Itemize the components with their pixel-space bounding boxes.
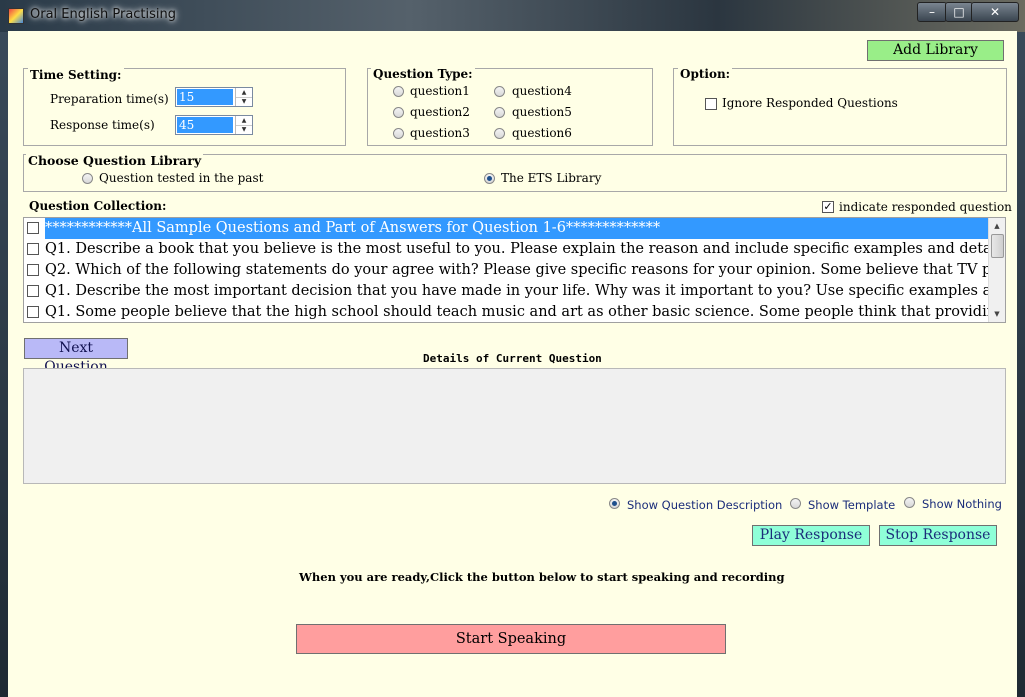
- close-button[interactable]: ✕: [971, 2, 1019, 22]
- list-item-text[interactable]: Q1. Some people believe that the high sc…: [45, 302, 989, 322]
- question6-label[interactable]: question6: [512, 126, 572, 140]
- list-item[interactable]: Q2. Which of the following statements do…: [24, 260, 989, 281]
- list-item[interactable]: Q1. Describe a book that you believe is …: [24, 239, 989, 260]
- collection-label: Question Collection:: [29, 199, 167, 213]
- play-response-button[interactable]: Play Response: [752, 525, 870, 546]
- preparation-time-spinner[interactable]: 15 ▲ ▼: [175, 87, 253, 107]
- scroll-thumb[interactable]: [991, 234, 1004, 258]
- preparation-spinner-arrows[interactable]: ▲ ▼: [235, 88, 252, 106]
- row-checkbox[interactable]: [27, 264, 39, 276]
- response-spinner-arrows[interactable]: ▲ ▼: [235, 116, 252, 134]
- response-time-label: Response time(s): [50, 118, 155, 132]
- row-checkbox[interactable]: [27, 243, 39, 255]
- indicate-responded-checkbox[interactable]: ✓: [822, 201, 834, 213]
- start-speaking-button[interactable]: Start Speaking: [296, 624, 726, 654]
- list-scrollbar[interactable]: ▲ ▼: [988, 218, 1005, 322]
- question-type-label: Question Type:: [371, 67, 475, 81]
- add-library-button[interactable]: Add Library: [867, 40, 1004, 61]
- library-past-radio[interactable]: [82, 173, 93, 184]
- question1-radio[interactable]: [393, 86, 404, 97]
- stop-response-button[interactable]: Stop Response: [879, 525, 997, 546]
- spin-down-icon[interactable]: ▼: [236, 125, 252, 134]
- show-template-label[interactable]: Show Template: [808, 498, 895, 512]
- preparation-time-label: Preparation time(s): [50, 92, 169, 106]
- details-title: Details of Current Question: [423, 352, 602, 365]
- row-checkbox[interactable]: [27, 222, 39, 234]
- response-time-value[interactable]: 45: [177, 117, 233, 133]
- library-past-label[interactable]: Question tested in the past: [99, 171, 263, 185]
- list-item-text[interactable]: Q1. Describe a book that you believe is …: [45, 239, 989, 260]
- window-title: Oral English Practising: [30, 7, 177, 22]
- show-nothing-label[interactable]: Show Nothing: [922, 497, 1002, 511]
- library-ets-radio[interactable]: [484, 173, 495, 184]
- ready-instruction: When you are ready,Click the button belo…: [299, 570, 785, 584]
- scroll-down-icon[interactable]: ▼: [989, 306, 1005, 322]
- question2-label[interactable]: question2: [410, 105, 470, 119]
- spin-down-icon[interactable]: ▼: [236, 97, 252, 106]
- response-time-spinner[interactable]: 45 ▲ ▼: [175, 115, 253, 135]
- show-nothing-radio[interactable]: [904, 497, 915, 508]
- library-label: Choose Question Library: [26, 153, 204, 168]
- question3-radio[interactable]: [393, 128, 404, 139]
- minimize-button[interactable]: –: [917, 2, 947, 22]
- ignore-responded-checkbox[interactable]: [705, 98, 717, 110]
- question5-label[interactable]: question5: [512, 105, 572, 119]
- question1-label[interactable]: question1: [410, 84, 470, 98]
- question-list[interactable]: ************All Sample Questions and Par…: [23, 217, 1006, 323]
- list-item[interactable]: ************All Sample Questions and Par…: [24, 218, 989, 239]
- question6-radio[interactable]: [494, 128, 505, 139]
- scroll-up-icon[interactable]: ▲: [989, 218, 1005, 234]
- row-checkbox[interactable]: [27, 306, 39, 318]
- indicate-responded-label[interactable]: indicate responded question: [839, 200, 1012, 214]
- ignore-responded-label[interactable]: Ignore Responded Questions: [722, 96, 898, 110]
- title-bar[interactable]: Oral English Practising – □ ✕: [0, 0, 1025, 32]
- row-checkbox[interactable]: [27, 285, 39, 297]
- show-description-label[interactable]: Show Question Description: [627, 498, 782, 512]
- show-template-radio[interactable]: [790, 498, 801, 509]
- client-area: Add Library Time Setting: Preparation ti…: [8, 31, 1017, 697]
- maximize-button[interactable]: □: [945, 2, 973, 22]
- time-setting-label: Time Setting:: [28, 68, 124, 82]
- app-icon: [8, 8, 24, 24]
- option-label: Option:: [678, 67, 733, 81]
- list-item-text[interactable]: Q2. Which of the following statements do…: [45, 260, 989, 281]
- details-textarea[interactable]: [23, 368, 1006, 484]
- next-question-button[interactable]: Next Question: [24, 338, 128, 375]
- preparation-time-value[interactable]: 15: [177, 89, 233, 105]
- question4-label[interactable]: question4: [512, 84, 572, 98]
- list-item-text[interactable]: Q1. Describe the most important decision…: [45, 281, 989, 302]
- list-item-text[interactable]: ************All Sample Questions and Par…: [45, 218, 989, 239]
- question4-radio[interactable]: [494, 86, 505, 97]
- list-item[interactable]: Q1. Some people believe that the high sc…: [24, 302, 989, 322]
- show-description-radio[interactable]: [609, 498, 620, 509]
- question3-label[interactable]: question3: [410, 126, 470, 140]
- library-ets-label[interactable]: The ETS Library: [501, 171, 601, 185]
- question2-radio[interactable]: [393, 107, 404, 118]
- app-window: Oral English Practising – □ ✕ Add Librar…: [0, 0, 1025, 697]
- question5-radio[interactable]: [494, 107, 505, 118]
- list-item[interactable]: Q1. Describe the most important decision…: [24, 281, 989, 302]
